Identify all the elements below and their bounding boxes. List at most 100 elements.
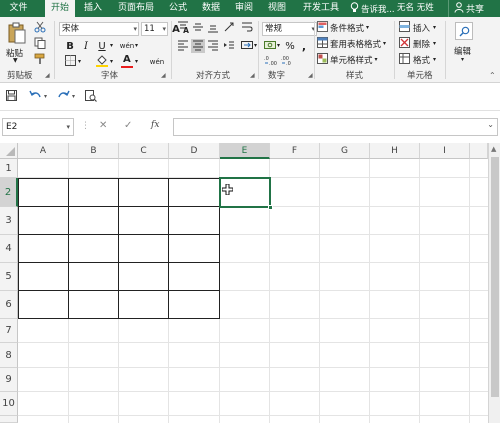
row-header-7[interactable]: 7 xyxy=(0,319,18,343)
cell-a4[interactable] xyxy=(18,234,69,263)
row-header-2[interactable]: 2 xyxy=(0,178,18,207)
row-header-6[interactable]: 6 xyxy=(0,291,18,319)
tab-home[interactable]: 开始 xyxy=(45,0,75,17)
chevron-down-icon[interactable]: ▾ xyxy=(135,58,138,65)
cell-d6[interactable] xyxy=(168,290,220,319)
insert-function-icon[interactable]: fx xyxy=(151,120,159,130)
column-header-f[interactable]: F xyxy=(270,143,320,159)
column-header-partial[interactable] xyxy=(470,143,488,159)
bottom-align-button[interactable] xyxy=(206,21,220,35)
row-header-partial[interactable] xyxy=(0,416,18,423)
row-header-4[interactable]: 4 xyxy=(0,235,18,263)
cell-a3[interactable] xyxy=(18,206,69,235)
drag-handle-icon[interactable]: ⋮ xyxy=(81,121,90,131)
insert-cells-button[interactable]: 插入 ▾ xyxy=(399,20,436,34)
percent-button[interactable]: % xyxy=(283,39,297,53)
column-header-d[interactable]: D xyxy=(169,143,220,159)
scrollbar-thumb[interactable] xyxy=(491,157,499,397)
merge-center-button[interactable] xyxy=(240,39,254,53)
top-align-button[interactable] xyxy=(176,21,190,35)
share-button[interactable]: 共享 xyxy=(454,0,484,17)
tab-data[interactable]: 数据 xyxy=(197,0,225,17)
dialog-launcher-icon[interactable]: ◢ xyxy=(45,72,50,79)
cell-b2[interactable] xyxy=(68,178,119,207)
cell-c6[interactable] xyxy=(118,290,169,319)
wrap-text-button[interactable] xyxy=(240,21,254,35)
format-cells-button[interactable]: 格式 ▾ xyxy=(399,52,436,66)
chevron-down-icon[interactable]: ▾ xyxy=(135,42,138,49)
chevron-down-icon[interactable]: ▾ xyxy=(254,42,257,49)
cell-b6[interactable] xyxy=(68,290,119,319)
chevron-down-icon[interactable]: ▾ xyxy=(72,93,75,100)
user-name[interactable]: 无名 无姓 xyxy=(397,0,434,17)
dialog-launcher-icon[interactable]: ◢ xyxy=(308,72,313,79)
align-center-button[interactable] xyxy=(191,39,205,53)
select-all-corner[interactable] xyxy=(0,143,18,159)
column-header-g[interactable]: G xyxy=(320,143,370,159)
row-header-10[interactable]: 10 xyxy=(0,392,18,416)
phonetic-guide-button[interactable]: wén xyxy=(120,39,134,53)
tab-page-layout[interactable]: 页面布局 xyxy=(113,0,159,17)
row-header-1[interactable]: 1 xyxy=(0,159,18,178)
cell-b3[interactable] xyxy=(68,206,119,235)
accounting-format-button[interactable] xyxy=(263,39,277,53)
redo-button[interactable] xyxy=(56,90,70,104)
phonetic-settings-button[interactable]: wén xyxy=(150,55,164,69)
collapse-ribbon-icon[interactable]: ⌃ xyxy=(489,71,496,80)
cell-d3[interactable] xyxy=(168,206,220,235)
cell-d5[interactable] xyxy=(168,262,220,291)
orientation-button[interactable] xyxy=(222,21,236,35)
print-preview-button[interactable] xyxy=(84,89,98,104)
editing-button[interactable]: 编辑 ▾ xyxy=(450,21,478,67)
align-right-button[interactable] xyxy=(206,39,220,53)
column-header-b[interactable]: B xyxy=(69,143,119,159)
column-header-a[interactable]: A xyxy=(18,143,69,159)
chevron-down-icon[interactable]: ▾ xyxy=(44,93,47,100)
chevron-down-icon[interactable]: ▾ xyxy=(78,58,81,65)
underline-button[interactable]: U xyxy=(95,39,109,53)
cell-b5[interactable] xyxy=(68,262,119,291)
chevron-down-icon[interactable]: ▾ xyxy=(110,42,113,49)
formula-input[interactable]: ⌄ xyxy=(173,118,498,136)
format-painter-button[interactable] xyxy=(33,53,47,67)
increase-decimal-button[interactable]: .0.00 xyxy=(263,55,277,69)
tell-me-box[interactable]: 告诉我... xyxy=(350,0,395,17)
copy-button[interactable] xyxy=(33,37,47,51)
enter-icon[interactable]: ✓ xyxy=(124,120,132,131)
font-name-dropdown[interactable]: 宋体 ▾ xyxy=(59,22,139,36)
number-format-dropdown[interactable]: 常规 ▾ xyxy=(262,22,317,36)
column-header-h[interactable]: H xyxy=(370,143,420,159)
comma-style-button[interactable]: , xyxy=(297,39,311,53)
cell-d2[interactable] xyxy=(168,178,220,207)
italic-button[interactable]: I xyxy=(79,39,93,53)
row-header-3[interactable]: 3 xyxy=(0,207,18,235)
chevron-down-icon[interactable]: ▾ xyxy=(110,58,113,65)
row-header-8[interactable]: 8 xyxy=(0,343,18,368)
cell-a2[interactable] xyxy=(18,178,69,207)
bold-button[interactable]: B xyxy=(63,39,77,53)
cell-c4[interactable] xyxy=(118,234,169,263)
fill-color-button[interactable] xyxy=(95,54,109,69)
format-as-table-button[interactable]: 套用表格格式 ▾ xyxy=(317,36,386,50)
column-header-i[interactable]: I xyxy=(420,143,470,159)
dialog-launcher-icon[interactable]: ◢ xyxy=(161,72,166,79)
row-header-5[interactable]: 5 xyxy=(0,263,18,291)
vertical-scrollbar[interactable]: ▲ xyxy=(488,143,500,423)
tab-file[interactable]: 文件 xyxy=(0,0,37,17)
indent-button[interactable] xyxy=(222,39,236,53)
dialog-launcher-icon[interactable]: ◢ xyxy=(250,72,255,79)
save-button[interactable] xyxy=(4,90,18,104)
column-header-c[interactable]: C xyxy=(119,143,169,159)
cell-c3[interactable] xyxy=(118,206,169,235)
undo-button[interactable] xyxy=(28,90,42,104)
decrease-decimal-button[interactable]: .00.0 xyxy=(280,55,294,69)
tab-formulas[interactable]: 公式 xyxy=(164,0,192,17)
borders-button[interactable] xyxy=(63,55,77,69)
name-box[interactable]: E2 ▾ xyxy=(2,118,74,136)
cell-c5[interactable] xyxy=(118,262,169,291)
cell-b4[interactable] xyxy=(68,234,119,263)
cut-button[interactable] xyxy=(33,21,47,35)
fill-handle[interactable] xyxy=(268,205,273,210)
cell-a6[interactable] xyxy=(18,290,69,319)
cell-a5[interactable] xyxy=(18,262,69,291)
